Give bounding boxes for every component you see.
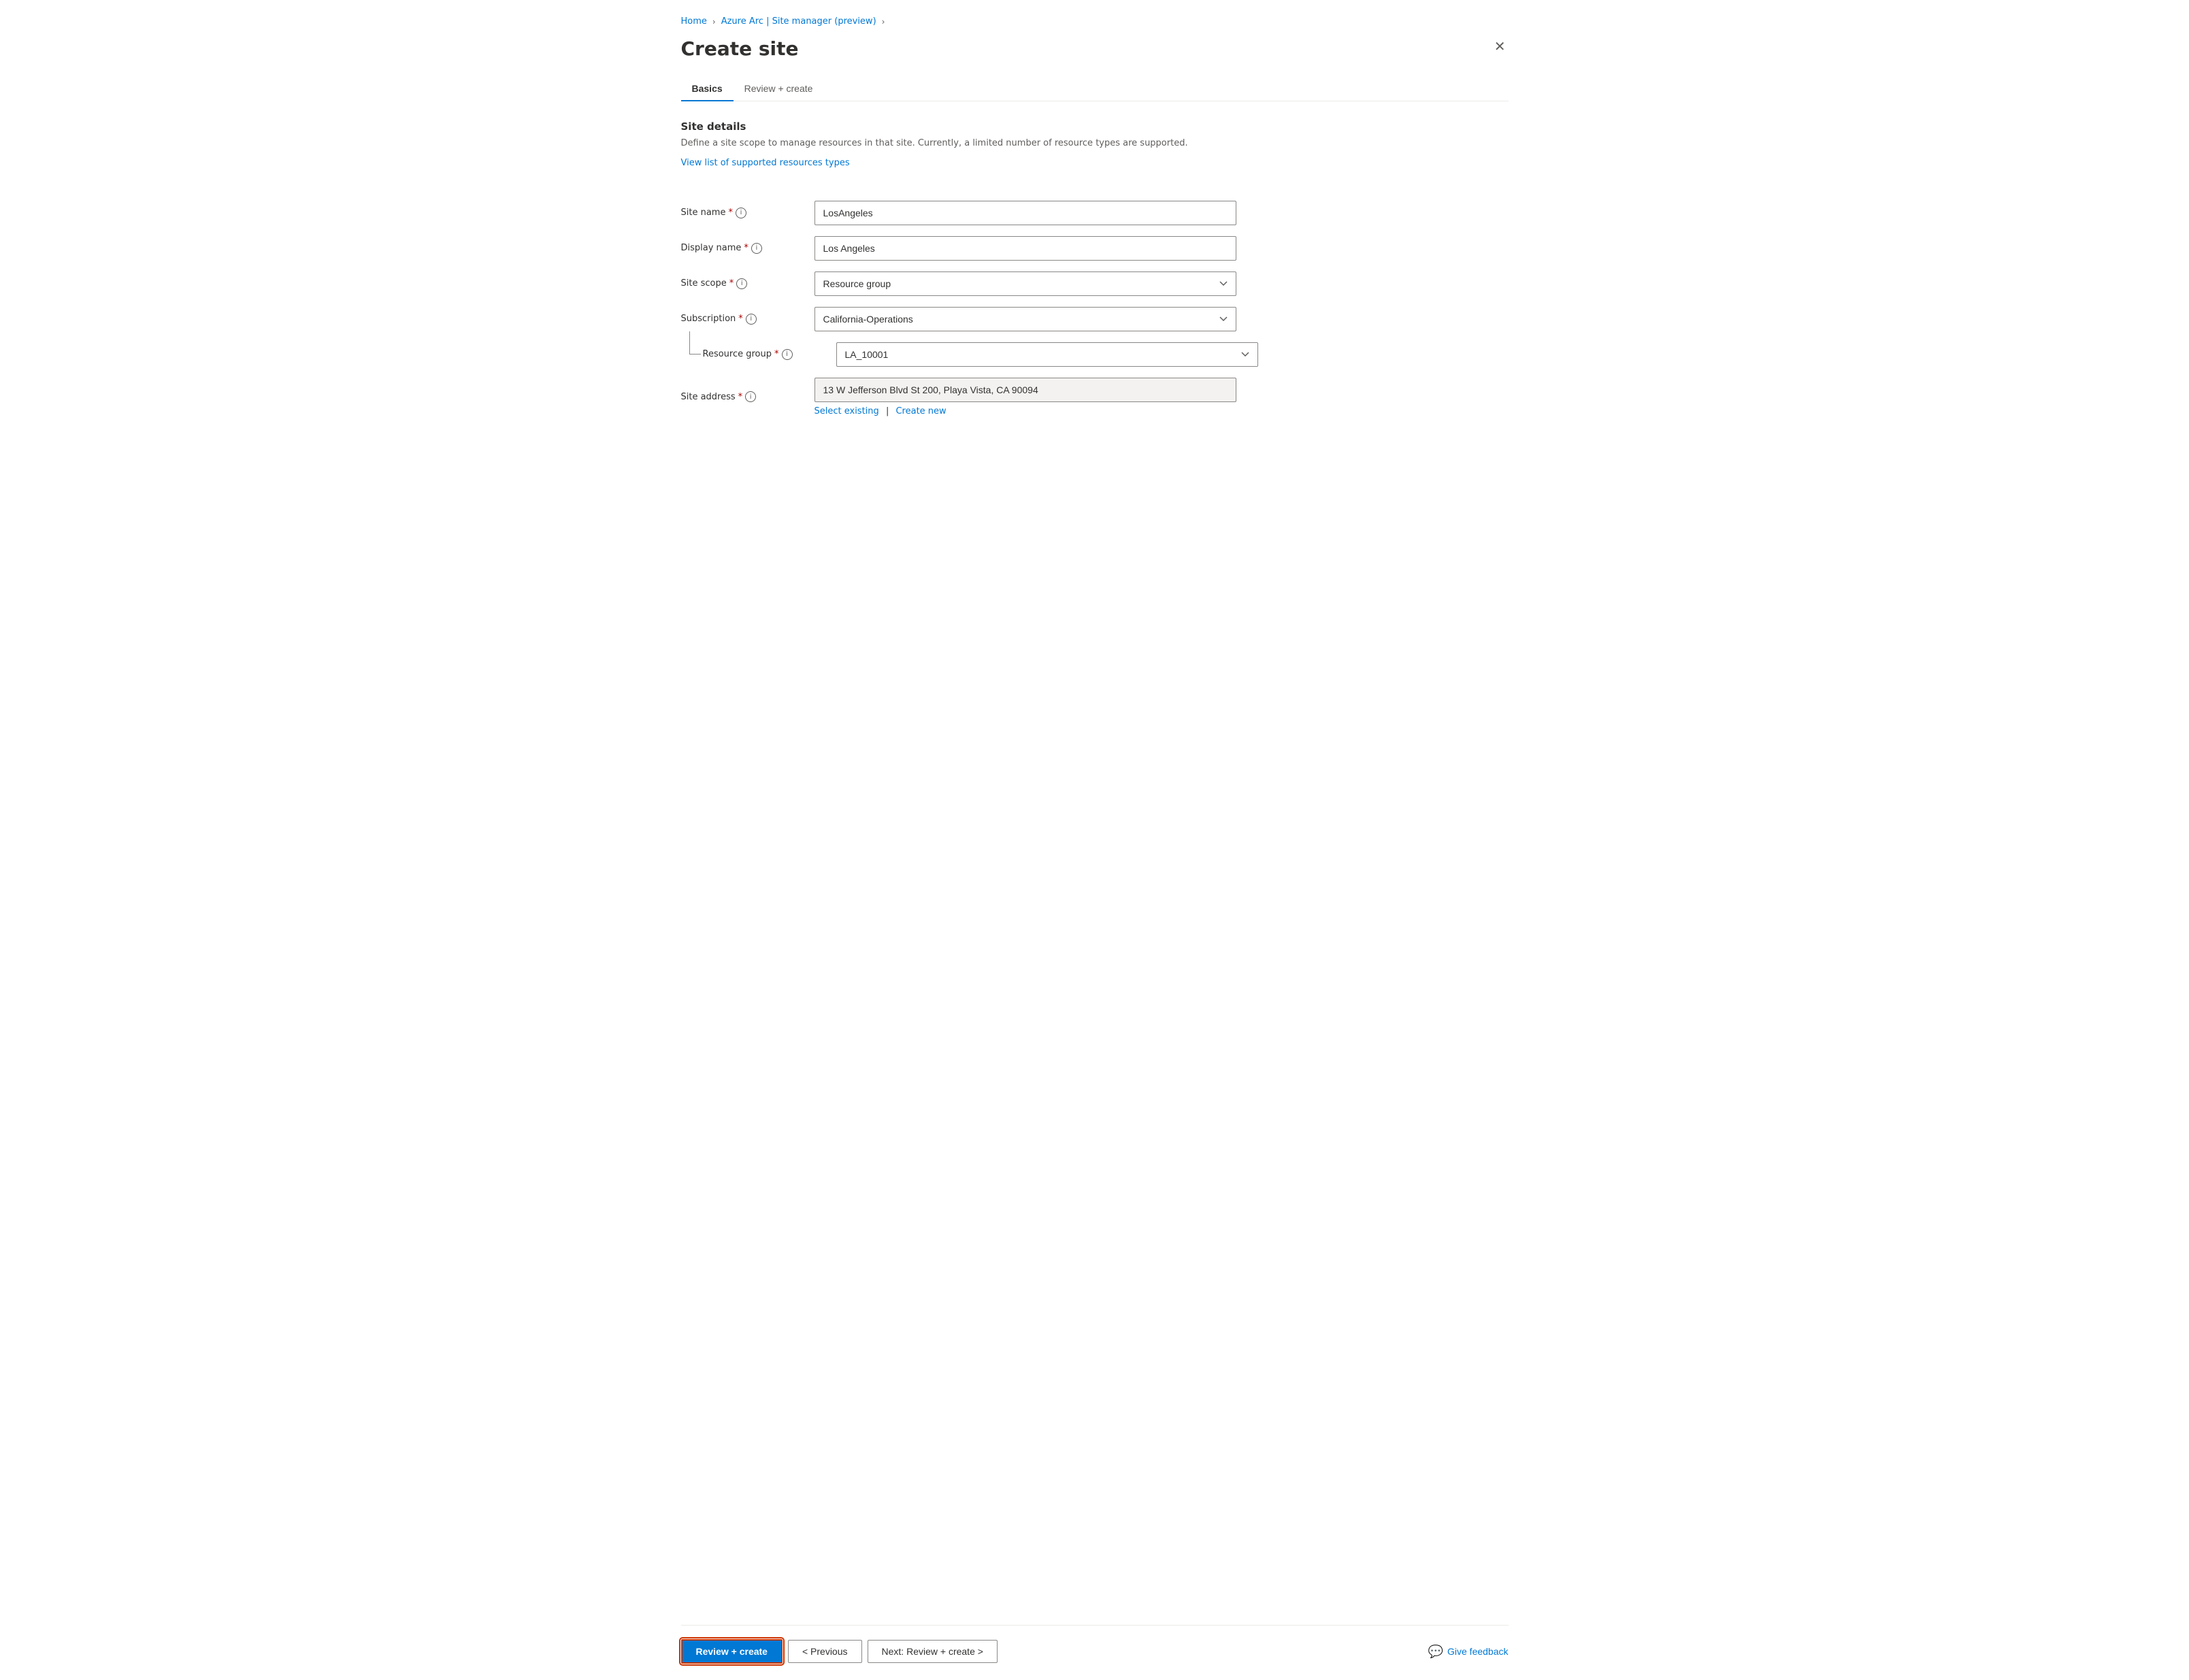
address-links: Select existing | Create new (814, 406, 1236, 416)
close-button[interactable]: ✕ (1492, 37, 1509, 56)
site-name-control (814, 201, 1236, 225)
resource-group-row: Resource group * i LA_10001 (703, 342, 1509, 367)
site-address-control: Select existing | Create new (814, 378, 1236, 416)
display-name-control (814, 236, 1236, 261)
select-existing-link[interactable]: Select existing (814, 406, 879, 416)
page-title: Create site (681, 37, 799, 60)
subscription-control: California-Operations (814, 307, 1236, 331)
site-address-info-icon[interactable]: i (745, 391, 756, 402)
subscription-select[interactable]: California-Operations (814, 307, 1236, 331)
previous-button[interactable]: < Previous (788, 1640, 862, 1663)
site-scope-info-icon[interactable]: i (736, 278, 747, 289)
display-name-row: Display name * i (681, 236, 1509, 261)
tabs-container: Basics Review + create (681, 76, 1509, 101)
section-header: Site details Define a site scope to mana… (681, 120, 1509, 184)
site-address-required: * (738, 392, 743, 402)
site-name-info-icon[interactable]: i (736, 208, 746, 218)
site-name-required: * (728, 208, 733, 218)
site-name-input[interactable] (814, 201, 1236, 225)
resource-group-label: Resource group * i (703, 349, 825, 360)
site-name-label: Site name * i (681, 208, 804, 218)
section-title: Site details (681, 120, 1509, 133)
form-section: Site name * i Display name * i (681, 201, 1509, 416)
content-area: Site details Define a site scope to mana… (681, 120, 1509, 1598)
resource-group-required: * (774, 349, 779, 359)
breadcrumb-sep-1: › (712, 17, 716, 27)
subscription-label: Subscription * i (681, 314, 804, 325)
breadcrumb-home[interactable]: Home (681, 16, 707, 27)
address-links-separator: | (886, 406, 889, 416)
site-address-label: Site address * i (681, 391, 804, 402)
subscription-info-icon[interactable]: i (746, 314, 757, 325)
breadcrumb-arc[interactable]: Azure Arc | Site manager (preview) (721, 16, 876, 27)
page-header: Create site ✕ (681, 37, 1509, 60)
tab-review-create[interactable]: Review + create (734, 76, 824, 101)
tab-basics[interactable]: Basics (681, 76, 734, 101)
breadcrumb-sep-2: › (882, 17, 885, 27)
display-name-info-icon[interactable]: i (751, 243, 762, 254)
site-scope-label: Site scope * i (681, 278, 804, 289)
give-feedback-label: Give feedback (1447, 1646, 1509, 1657)
site-scope-select[interactable]: Resource group Subscription (814, 271, 1236, 296)
site-scope-required: * (729, 278, 734, 289)
review-create-button[interactable]: Review + create (681, 1639, 783, 1664)
resource-group-select[interactable]: LA_10001 (836, 342, 1258, 367)
resource-group-info-icon[interactable]: i (782, 349, 793, 360)
footer-right: 💬 Give feedback (1428, 1645, 1509, 1659)
give-feedback-button[interactable]: 💬 Give feedback (1428, 1645, 1509, 1659)
site-scope-control: Resource group Subscription (814, 271, 1236, 296)
breadcrumb: Home › Azure Arc | Site manager (preview… (681, 16, 1509, 27)
subscription-row: Subscription * i California-Operations (681, 307, 1509, 331)
display-name-input[interactable] (814, 236, 1236, 261)
footer: Review + create < Previous Next: Review … (681, 1625, 1509, 1664)
resource-group-control: LA_10001 (836, 342, 1258, 367)
next-button[interactable]: Next: Review + create > (868, 1640, 998, 1663)
site-scope-row: Site scope * i Resource group Subscripti… (681, 271, 1509, 296)
create-new-link[interactable]: Create new (895, 406, 946, 416)
view-resources-link[interactable]: View list of supported resources types (681, 158, 850, 168)
display-name-label: Display name * i (681, 243, 804, 254)
site-address-row: Site address * i Select existing | Creat… (681, 378, 1509, 416)
section-description: Define a site scope to manage resources … (681, 137, 1509, 150)
display-name-required: * (744, 243, 748, 253)
page-container: Home › Azure Arc | Site manager (preview… (659, 0, 1530, 1680)
subscription-required: * (738, 314, 743, 324)
site-address-input[interactable] (814, 378, 1236, 402)
site-name-row: Site name * i (681, 201, 1509, 225)
feedback-icon: 💬 (1428, 1645, 1443, 1659)
